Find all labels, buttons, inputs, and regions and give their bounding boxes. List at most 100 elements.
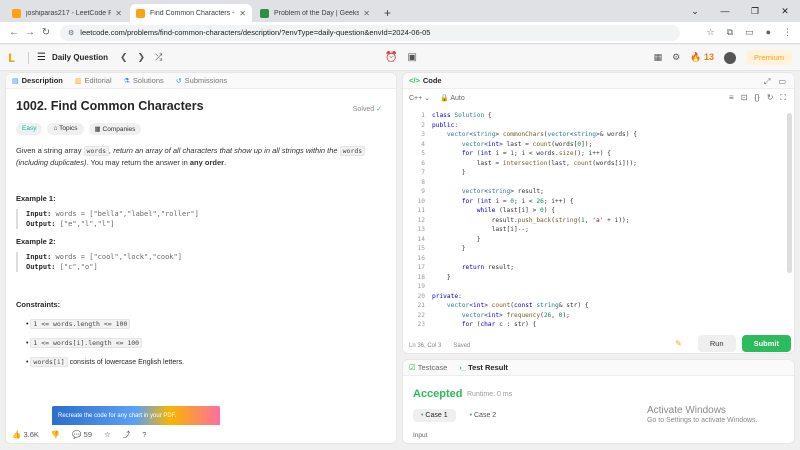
more-menu-icon[interactable]: ⋮: [783, 27, 792, 38]
chevron-down-icon[interactable]: ⌄: [680, 6, 710, 17]
browser-tab-profile[interactable]: joshiparas217 - LeetCode Profi ✕: [6, 4, 128, 22]
dislike-icon[interactable]: 👎: [51, 430, 60, 439]
example-2-heading: Example 2:: [16, 237, 56, 246]
fullscreen-icon[interactable]: ⛶: [780, 93, 786, 103]
extensions-icon[interactable]: ⧉: [727, 27, 733, 38]
example-1: Input: words = ["bella","label","roller"…: [16, 209, 386, 229]
braces-icon[interactable]: {}: [754, 93, 759, 103]
companies-chip[interactable]: ▦ Companies: [88, 123, 142, 135]
case-2-button[interactable]: • Case 2: [462, 409, 505, 422]
close-tab-icon[interactable]: ✕: [239, 9, 246, 18]
case-tabs: • Case 1 • Case 2: [413, 409, 504, 422]
shuffle-icon[interactable]: ⤮: [155, 52, 162, 63]
bookmark-star-icon[interactable]: ☆: [707, 27, 715, 38]
input-label: Input: [413, 432, 428, 439]
url-input[interactable]: ⚙ leetcode.com/problems/find-common-char…: [60, 24, 680, 41]
code-editor[interactable]: 1 2 3 4 5 6 7 8 9 10 11 12 13 14 15 16 1…: [403, 109, 794, 341]
daily-question-label[interactable]: Daily Question: [52, 53, 108, 62]
tab-title: Find Common Characters - Leet: [150, 9, 235, 17]
tab-editorial[interactable]: ▥ Editorial: [75, 76, 112, 85]
avatar[interactable]: [723, 51, 736, 64]
window-controls: ⌄ — ❐ ✕: [680, 0, 800, 22]
layout-icon[interactable]: ▦: [654, 52, 663, 63]
url-text: leetcode.com/problems/find-common-charac…: [80, 28, 431, 37]
thumbs-up-icon: 👍: [12, 429, 22, 439]
streak-counter[interactable]: 🔥 13: [690, 52, 714, 63]
bookmark-icon[interactable]: ⊡: [741, 93, 748, 103]
solved-badge: Solved ✓: [352, 106, 382, 113]
code-panel: </> Code ⤢ ▭ C++ ⌄ 🔒 Auto ≡ ⊡ {} ↻ ⛶ 1 2 …: [402, 72, 795, 354]
browser-tab-gfg[interactable]: Problem of the Day | GeeksforG ✕: [254, 4, 376, 22]
like-button[interactable]: 👍 3.6K: [12, 430, 39, 439]
submit-button[interactable]: Submit: [741, 335, 791, 352]
maximize-panel-icon[interactable]: ▭: [778, 77, 786, 87]
note-icon[interactable]: ✎: [675, 339, 682, 348]
gfg-favicon-icon: [260, 8, 269, 18]
notes-icon[interactable]: ▣: [407, 52, 416, 63]
autocomplete-mode[interactable]: 🔒 Auto: [440, 94, 465, 102]
tab-description[interactable]: ▤ Description: [12, 76, 63, 85]
constraints-list: • 1 <= words.length <= 100 • 1 <= words[…: [16, 315, 386, 372]
address-bar: ← → ↻ ⚙ leetcode.com/problems/find-commo…: [0, 22, 800, 44]
editor-toolbar: C++ ⌄ 🔒 Auto ≡ ⊡ {} ↻ ⛶: [403, 89, 794, 107]
reload-icon[interactable]: ↻: [38, 27, 54, 38]
problem-list-icon[interactable]: ☰: [37, 52, 46, 63]
result-panel: ☑ Testcase ›_ Test Result Accepted Runti…: [402, 359, 795, 444]
tag-icon: ⌂: [53, 125, 58, 132]
code-brackets-icon: </>: [409, 76, 420, 85]
description-tabs: ▤ Description ▥ Editorial ⚗ Solutions ↺ Subm…: [6, 73, 396, 89]
tab-testcase[interactable]: ☑ Testcase: [409, 363, 447, 372]
line-numbers: 1 2 3 4 5 6 7 8 9 10 11 12 13 14 15 16 1…: [417, 112, 425, 328]
close-window-button[interactable]: ✕: [770, 6, 800, 17]
next-question-icon[interactable]: ❯: [138, 52, 146, 63]
description-panel: ▤ Description ▥ Editorial ⚗ Solutions ↺ Subm…: [5, 72, 397, 444]
terminal-icon: ›_: [459, 363, 466, 372]
comment-icon: 💬: [72, 429, 82, 439]
share-icon[interactable]: ⤴: [123, 429, 131, 440]
new-tab-button[interactable]: +: [378, 6, 397, 22]
example-1-heading: Example 1:: [16, 194, 56, 203]
sidebar-icon[interactable]: ▭: [745, 27, 754, 38]
browser-tab-problem[interactable]: Find Common Characters - Leet ✕: [130, 4, 252, 22]
book-icon: ▥: [74, 77, 82, 85]
tag-chips: Easy ⌂ Topics ▦ Companies: [16, 123, 386, 135]
case-1-button[interactable]: • Case 1: [413, 409, 456, 422]
premium-button[interactable]: Premium: [745, 50, 792, 65]
minimize-button[interactable]: —: [710, 6, 740, 16]
leetcode-favicon-icon: [12, 8, 21, 18]
browser-tabbar: joshiparas217 - LeetCode Profi ✕ Find Co…: [0, 0, 800, 22]
code-actions: ✎ Run Submit: [402, 333, 795, 354]
profile-icon[interactable]: ●: [766, 27, 771, 38]
favorite-star-icon[interactable]: ☆: [104, 430, 111, 439]
language-select[interactable]: C++ ⌄: [409, 94, 430, 102]
timer-icon[interactable]: ⏰: [385, 52, 397, 63]
back-arrow-icon[interactable]: ←: [6, 27, 22, 38]
maximize-button[interactable]: ❐: [740, 6, 770, 17]
tab-solutions[interactable]: ⚗ Solutions: [124, 76, 164, 85]
code-lines[interactable]: class Solution { public: vector<string> …: [432, 111, 788, 330]
leetcode-logo-icon[interactable]: ᒪ: [8, 52, 20, 65]
comments-button[interactable]: 💬 59: [72, 430, 92, 439]
prev-question-icon[interactable]: ❮: [120, 52, 128, 63]
format-icon[interactable]: ≡: [729, 93, 734, 103]
constraints-heading: Constraints:: [16, 300, 61, 309]
reset-icon[interactable]: ↻: [767, 93, 774, 103]
forward-arrow-icon[interactable]: →: [22, 27, 38, 38]
help-icon[interactable]: ?: [142, 430, 146, 439]
problem-description: Given a string array words, return an ar…: [16, 145, 386, 168]
run-button[interactable]: Run: [697, 335, 736, 352]
list-item: • 1 <= words.length <= 100: [26, 315, 386, 334]
tab-submissions[interactable]: ↺ Submissions: [176, 76, 227, 85]
close-tab-icon[interactable]: ✕: [115, 9, 122, 18]
example-2: Input: words = ["cool","lock","cook"] Ou…: [16, 252, 386, 272]
site-info-icon[interactable]: ⚙: [68, 29, 74, 37]
close-tab-icon[interactable]: ✕: [363, 9, 370, 18]
history-icon: ↺: [175, 77, 182, 85]
expand-icon[interactable]: ⤢: [764, 77, 770, 87]
topics-chip[interactable]: ⌂ Topics: [47, 123, 84, 135]
tab-test-result[interactable]: ›_ Test Result: [459, 363, 508, 372]
settings-gear-icon[interactable]: ⚙: [672, 52, 680, 63]
advertisement-banner[interactable]: Recreate the code for any chart in your …: [52, 406, 220, 426]
editor-scrollbar[interactable]: [787, 113, 792, 273]
runtime-label: Runtime: 0 ms: [467, 391, 513, 398]
